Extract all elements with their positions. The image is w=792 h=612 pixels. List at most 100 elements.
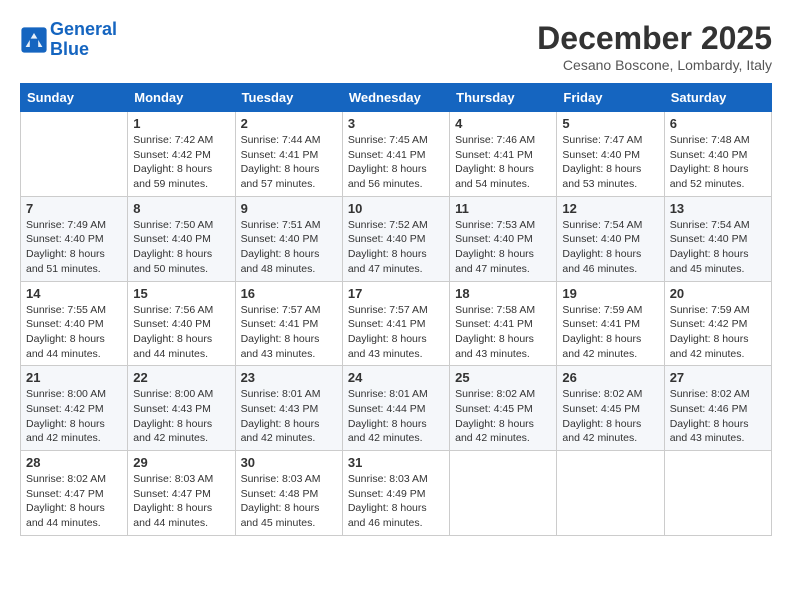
calendar-cell: 26 Sunrise: 8:02 AMSunset: 4:45 PMDayligh… xyxy=(557,366,664,451)
day-info: Sunrise: 8:02 AMSunset: 4:45 PMDaylight:… xyxy=(455,387,551,446)
day-number: 15 xyxy=(133,286,229,301)
logo: General Blue xyxy=(20,20,117,60)
day-info: Sunrise: 7:57 AMSunset: 4:41 PMDaylight:… xyxy=(348,303,444,362)
day-info: Sunrise: 7:51 AMSunset: 4:40 PMDaylight:… xyxy=(241,218,337,277)
calendar-cell: 5Sunrise: 7:47 AMSunset: 4:40 PMDaylight… xyxy=(557,112,664,197)
column-header-friday: Friday xyxy=(557,84,664,112)
day-number: 17 xyxy=(348,286,444,301)
calendar-cell: 28 Sunrise: 8:02 AMSunset: 4:47 PMDayligh… xyxy=(21,451,128,536)
day-number: 31 xyxy=(348,455,444,470)
calendar-cell: 23Sunrise: 8:01 AMSunset: 4:43 PMDayligh… xyxy=(235,366,342,451)
calendar-week-row: 21 Sunrise: 8:00 AMSunset: 4:42 PMDayligh… xyxy=(21,366,772,451)
calendar-cell: 16Sunrise: 7:57 AMSunset: 4:41 PMDayligh… xyxy=(235,281,342,366)
day-info: Sunrise: 8:02 AMSunset: 4:47 PMDaylight:… xyxy=(26,472,122,531)
column-header-thursday: Thursday xyxy=(450,84,557,112)
calendar-cell: 29 Sunrise: 8:03 AMSunset: 4:47 PMDayligh… xyxy=(128,451,235,536)
day-info: Sunrise: 8:03 AMSunset: 4:47 PMDaylight:… xyxy=(133,472,229,531)
location: Cesano Boscone, Lombardy, Italy xyxy=(537,57,772,73)
calendar-cell: 18 Sunrise: 7:58 AMSunset: 4:41 PMDayligh… xyxy=(450,281,557,366)
day-number: 11 xyxy=(455,201,551,216)
calendar-cell: 6Sunrise: 7:48 AMSunset: 4:40 PMDaylight… xyxy=(664,112,771,197)
day-number: 7 xyxy=(26,201,122,216)
day-info: Sunrise: 8:03 AMSunset: 4:49 PMDaylight:… xyxy=(348,472,444,531)
title-block: December 2025 Cesano Boscone, Lombardy, … xyxy=(537,20,772,73)
day-info: Sunrise: 7:53 AMSunset: 4:40 PMDaylight:… xyxy=(455,218,551,277)
day-number: 12 xyxy=(562,201,658,216)
calendar-cell: 15 Sunrise: 7:56 AMSunset: 4:40 PMDayligh… xyxy=(128,281,235,366)
day-info: Sunrise: 8:02 AMSunset: 4:45 PMDaylight:… xyxy=(562,387,658,446)
day-number: 8 xyxy=(133,201,229,216)
calendar-cell: 14 Sunrise: 7:55 AMSunset: 4:40 PMDayligh… xyxy=(21,281,128,366)
day-number: 23 xyxy=(241,370,337,385)
day-number: 20 xyxy=(670,286,766,301)
day-info: Sunrise: 7:42 AMSunset: 4:42 PMDaylight:… xyxy=(133,133,229,192)
day-number: 26 xyxy=(562,370,658,385)
day-info: Sunrise: 7:59 AMSunset: 4:42 PMDaylight:… xyxy=(670,303,766,362)
day-info: Sunrise: 7:55 AMSunset: 4:40 PMDaylight:… xyxy=(26,303,122,362)
day-number: 24 xyxy=(348,370,444,385)
calendar-cell: 2Sunrise: 7:44 AMSunset: 4:41 PMDaylight… xyxy=(235,112,342,197)
day-number: 29 xyxy=(133,455,229,470)
calendar-week-row: 28 Sunrise: 8:02 AMSunset: 4:47 PMDayligh… xyxy=(21,451,772,536)
calendar-cell: 10 Sunrise: 7:52 AMSunset: 4:40 PMDayligh… xyxy=(342,196,449,281)
month-title: December 2025 xyxy=(537,20,772,57)
day-info: Sunrise: 8:00 AMSunset: 4:42 PMDaylight:… xyxy=(26,387,122,446)
day-number: 14 xyxy=(26,286,122,301)
calendar-cell: 31 Sunrise: 8:03 AMSunset: 4:49 PMDayligh… xyxy=(342,451,449,536)
day-number: 10 xyxy=(348,201,444,216)
page-header: General Blue December 2025 Cesano Boscon… xyxy=(20,20,772,73)
day-info: Sunrise: 8:02 AMSunset: 4:46 PMDaylight:… xyxy=(670,387,766,446)
calendar-cell: 12 Sunrise: 7:54 AMSunset: 4:40 PMDayligh… xyxy=(557,196,664,281)
calendar-cell: 27Sunrise: 8:02 AMSunset: 4:46 PMDayligh… xyxy=(664,366,771,451)
day-info: Sunrise: 7:49 AMSunset: 4:40 PMDaylight:… xyxy=(26,218,122,277)
day-number: 1 xyxy=(133,116,229,131)
day-number: 21 xyxy=(26,370,122,385)
day-info: Sunrise: 7:47 AMSunset: 4:40 PMDaylight:… xyxy=(562,133,658,192)
day-info: Sunrise: 8:03 AMSunset: 4:48 PMDaylight:… xyxy=(241,472,337,531)
day-info: Sunrise: 8:00 AMSunset: 4:43 PMDaylight:… xyxy=(133,387,229,446)
day-info: Sunrise: 7:58 AMSunset: 4:41 PMDaylight:… xyxy=(455,303,551,362)
calendar-cell: 20 Sunrise: 7:59 AMSunset: 4:42 PMDayligh… xyxy=(664,281,771,366)
logo-icon xyxy=(20,26,48,54)
calendar-cell: 13Sunrise: 7:54 AMSunset: 4:40 PMDayligh… xyxy=(664,196,771,281)
calendar-week-row: 7 Sunrise: 7:49 AMSunset: 4:40 PMDaylight… xyxy=(21,196,772,281)
day-number: 4 xyxy=(455,116,551,131)
calendar-cell: 1 Sunrise: 7:42 AMSunset: 4:42 PMDaylight… xyxy=(128,112,235,197)
day-info: Sunrise: 7:44 AMSunset: 4:41 PMDaylight:… xyxy=(241,133,337,192)
day-number: 30 xyxy=(241,455,337,470)
logo-text: General Blue xyxy=(50,20,117,60)
calendar-cell: 9 Sunrise: 7:51 AMSunset: 4:40 PMDaylight… xyxy=(235,196,342,281)
calendar-cell: 17 Sunrise: 7:57 AMSunset: 4:41 PMDayligh… xyxy=(342,281,449,366)
day-number: 22 xyxy=(133,370,229,385)
calendar-cell xyxy=(557,451,664,536)
day-number: 19 xyxy=(562,286,658,301)
calendar-cell: 30 Sunrise: 8:03 AMSunset: 4:48 PMDayligh… xyxy=(235,451,342,536)
calendar-cell xyxy=(450,451,557,536)
calendar-cell: 21 Sunrise: 8:00 AMSunset: 4:42 PMDayligh… xyxy=(21,366,128,451)
calendar-cell: 3Sunrise: 7:45 AMSunset: 4:41 PMDaylight… xyxy=(342,112,449,197)
calendar-table: SundayMondayTuesdayWednesdayThursdayFrid… xyxy=(20,83,772,536)
day-info: Sunrise: 7:54 AMSunset: 4:40 PMDaylight:… xyxy=(670,218,766,277)
calendar-week-row: 14 Sunrise: 7:55 AMSunset: 4:40 PMDayligh… xyxy=(21,281,772,366)
day-info: Sunrise: 7:52 AMSunset: 4:40 PMDaylight:… xyxy=(348,218,444,277)
calendar-cell: 7 Sunrise: 7:49 AMSunset: 4:40 PMDaylight… xyxy=(21,196,128,281)
calendar-cell xyxy=(21,112,128,197)
day-info: Sunrise: 7:50 AMSunset: 4:40 PMDaylight:… xyxy=(133,218,229,277)
column-header-wednesday: Wednesday xyxy=(342,84,449,112)
calendar-cell: 11 Sunrise: 7:53 AMSunset: 4:40 PMDayligh… xyxy=(450,196,557,281)
day-number: 18 xyxy=(455,286,551,301)
day-info: Sunrise: 7:56 AMSunset: 4:40 PMDaylight:… xyxy=(133,303,229,362)
day-number: 9 xyxy=(241,201,337,216)
calendar-cell: 4Sunrise: 7:46 AMSunset: 4:41 PMDaylight… xyxy=(450,112,557,197)
column-header-sunday: Sunday xyxy=(21,84,128,112)
calendar-cell: 24Sunrise: 8:01 AMSunset: 4:44 PMDayligh… xyxy=(342,366,449,451)
column-header-saturday: Saturday xyxy=(664,84,771,112)
day-number: 6 xyxy=(670,116,766,131)
column-header-tuesday: Tuesday xyxy=(235,84,342,112)
column-header-monday: Monday xyxy=(128,84,235,112)
day-info: Sunrise: 7:57 AMSunset: 4:41 PMDaylight:… xyxy=(241,303,337,362)
calendar-week-row: 1 Sunrise: 7:42 AMSunset: 4:42 PMDaylight… xyxy=(21,112,772,197)
day-info: Sunrise: 7:54 AMSunset: 4:40 PMDaylight:… xyxy=(562,218,658,277)
day-info: Sunrise: 7:59 AMSunset: 4:41 PMDaylight:… xyxy=(562,303,658,362)
day-number: 28 xyxy=(26,455,122,470)
